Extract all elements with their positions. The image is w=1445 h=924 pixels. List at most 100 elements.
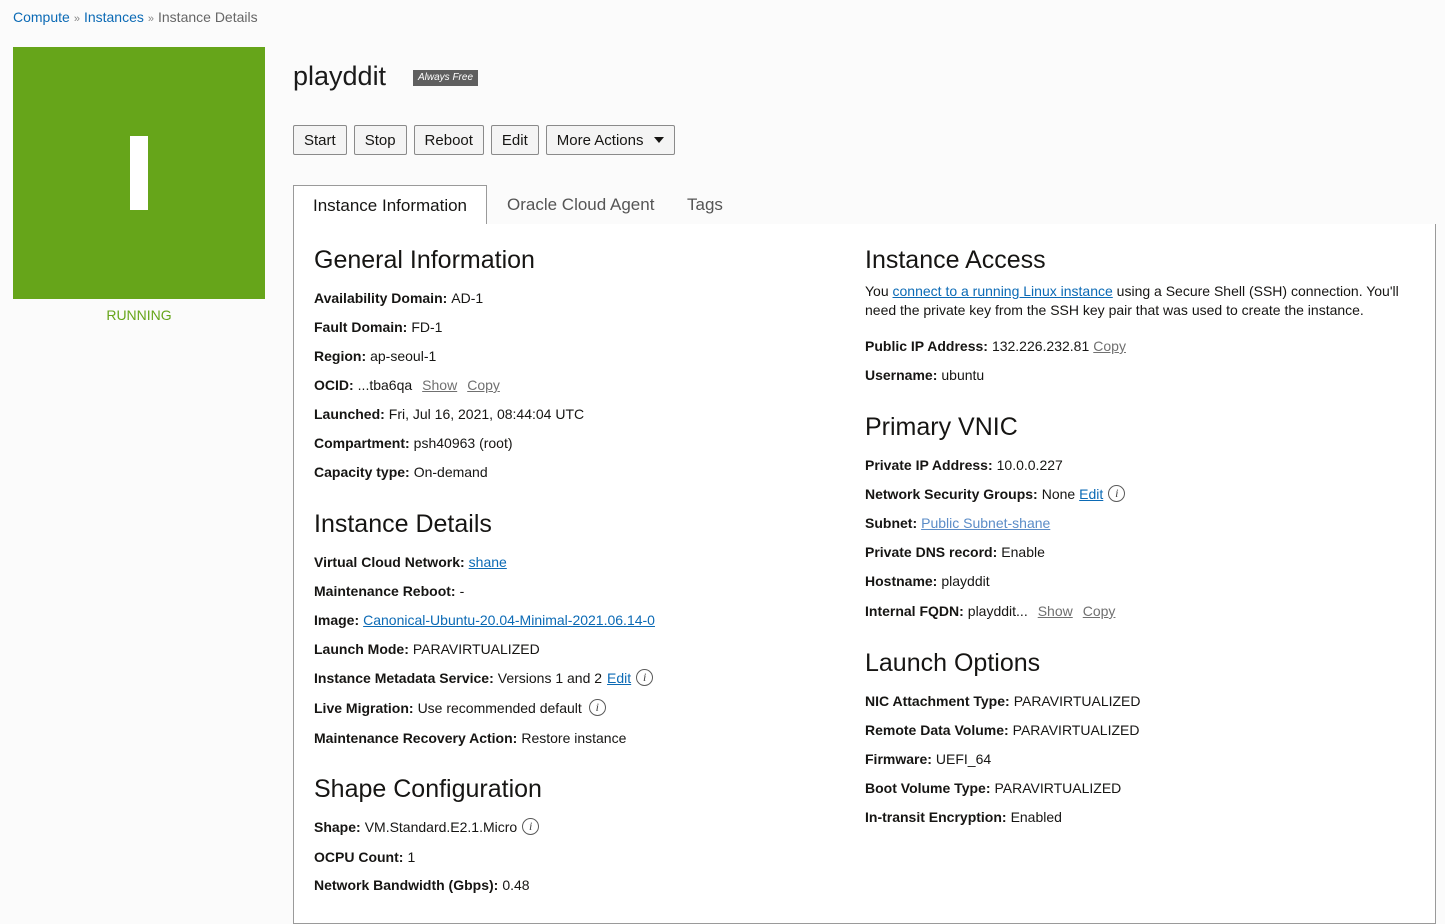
launch-options-heading: Launch Options — [865, 649, 1041, 677]
metadata-edit-link[interactable]: Edit — [607, 670, 631, 686]
field-label: Compartment: — [314, 435, 410, 451]
field-value: Versions 1 and 2 — [497, 669, 603, 686]
vcn-link[interactable]: shane — [469, 554, 507, 570]
field-value: PARAVIRTUALIZED — [412, 641, 540, 657]
field-value: 10.0.0.227 — [996, 457, 1063, 473]
ocid-copy-link[interactable]: Copy — [467, 377, 500, 393]
instance-letter-icon — [130, 136, 148, 210]
tab-bar: Instance Information Oracle Cloud Agent … — [293, 185, 1436, 225]
info-icon[interactable]: i — [588, 699, 606, 716]
subnet-link[interactable]: Public Subnet-shane — [921, 515, 1050, 531]
edit-button[interactable]: Edit — [490, 125, 539, 155]
field-value: Restore instance — [521, 730, 627, 746]
shape-row: Shape: VM.Standard.E2.1.Micro i — [314, 818, 540, 835]
field-label: Maintenance Recovery Action: — [314, 730, 518, 746]
field-value: playddit... — [967, 603, 1028, 619]
info-icon[interactable]: i — [522, 818, 540, 835]
boot-volume-type-row: Boot Volume Type: PARAVIRTUALIZED — [865, 780, 1121, 796]
field-value: 1 — [407, 849, 416, 865]
field-label: Image: — [314, 612, 360, 628]
subnet-row: Subnet: Public Subnet-shane — [865, 515, 1050, 531]
tab-tags[interactable]: Tags — [687, 185, 723, 224]
general-information-heading: General Information — [314, 246, 535, 274]
image-link[interactable]: Canonical-Ubuntu-20.04-Minimal-2021.06.1… — [363, 612, 655, 628]
field-label: Virtual Cloud Network: — [314, 554, 465, 570]
image-row: Image: Canonical-Ubuntu-20.04-Minimal-202… — [314, 612, 655, 628]
field-value: None — [1041, 485, 1076, 502]
field-value: psh40963 (root) — [413, 435, 513, 451]
breadcrumb-compute-link[interactable]: Compute — [13, 9, 70, 25]
field-label: Public IP Address: — [865, 338, 988, 354]
hostname-row: Hostname: playddit — [865, 573, 990, 589]
field-value: PARAVIRTUALIZED — [1013, 693, 1141, 709]
private-dns-row: Private DNS record: Enable — [865, 544, 1045, 560]
field-label: Boot Volume Type: — [865, 780, 991, 796]
field-label: Private IP Address: — [865, 457, 993, 473]
field-value: - — [459, 583, 465, 599]
ocpu-count-row: OCPU Count: 1 — [314, 849, 415, 865]
primary-vnic-heading: Primary VNIC — [865, 413, 1018, 441]
more-actions-button[interactable]: More Actions — [545, 125, 675, 155]
field-label: Username: — [865, 367, 938, 383]
access-description: You connect to a running Linux instance … — [865, 282, 1410, 320]
field-label: Firmware: — [865, 751, 932, 767]
field-label: Maintenance Reboot: — [314, 583, 456, 599]
field-value: 0.48 — [502, 877, 530, 893]
launched-row: Launched: Fri, Jul 16, 2021, 08:44:04 UTC — [314, 406, 584, 422]
reboot-button[interactable]: Reboot — [413, 125, 484, 155]
fqdn-copy-link[interactable]: Copy — [1083, 603, 1116, 619]
field-value: ap-seoul-1 — [370, 348, 437, 364]
internal-fqdn-row: Internal FQDN: playddit... Show Copy — [865, 603, 1115, 619]
field-value: Enabled — [1010, 809, 1062, 825]
field-label: Subnet: — [865, 515, 918, 531]
field-value: PARAVIRTUALIZED — [1012, 722, 1140, 738]
caret-down-icon — [653, 137, 664, 143]
field-value: UEFI_64 — [935, 751, 992, 767]
field-value: ubuntu — [941, 367, 985, 383]
field-label: Hostname: — [865, 573, 938, 589]
tab-oracle-cloud-agent[interactable]: Oracle Cloud Agent — [507, 185, 654, 224]
public-ip-copy-link[interactable]: Copy — [1093, 338, 1126, 354]
info-icon[interactable]: i — [1108, 485, 1126, 502]
nsg-edit-link[interactable]: Edit — [1079, 486, 1103, 502]
breadcrumb-instances-link[interactable]: Instances — [84, 9, 144, 25]
info-icon[interactable]: i — [636, 669, 654, 686]
username-row: Username: ubuntu — [865, 367, 984, 383]
nsg-row: Network Security Groups: None Edit i — [865, 485, 1126, 502]
ocid-show-link[interactable]: Show — [422, 377, 457, 393]
field-label: Shape: — [314, 818, 361, 835]
instance-details-heading: Instance Details — [314, 510, 492, 538]
fault-domain-row: Fault Domain: FD-1 — [314, 319, 442, 335]
always-free-badge: Always Free — [413, 70, 479, 86]
field-label: Network Security Groups: — [865, 485, 1038, 502]
instance-state-tile — [13, 47, 265, 299]
recovery-action-row: Maintenance Recovery Action: Restore inst… — [314, 730, 626, 746]
field-label: Launch Mode: — [314, 641, 409, 657]
field-label: Availability Domain: — [314, 290, 448, 306]
field-label: Launched: — [314, 406, 385, 422]
network-bandwidth-row: Network Bandwidth (Gbps): 0.48 — [314, 877, 530, 893]
metadata-service-row: Instance Metadata Service: Versions 1 and… — [314, 669, 654, 686]
fqdn-show-link[interactable]: Show — [1038, 603, 1073, 619]
field-label: Remote Data Volume: — [865, 722, 1009, 738]
breadcrumb: Compute» Instances» Instance Details — [13, 9, 258, 25]
start-button[interactable]: Start — [293, 125, 347, 155]
tab-instance-information[interactable]: Instance Information — [293, 185, 487, 225]
public-ip-row: Public IP Address: 132.226.232.81 Copy — [865, 338, 1126, 354]
instance-access-heading: Instance Access — [865, 246, 1046, 274]
field-label: Network Bandwidth (Gbps): — [314, 877, 499, 893]
compartment-row: Compartment: psh40963 (root) — [314, 435, 513, 451]
field-label: Region: — [314, 348, 367, 364]
stop-button[interactable]: Stop — [353, 125, 407, 155]
instance-information-panel: General Information Availability Domain:… — [293, 224, 1436, 924]
firmware-row: Firmware: UEFI_64 — [865, 751, 991, 767]
access-text: You — [865, 283, 893, 299]
connect-instance-link[interactable]: connect to a running Linux instance — [893, 283, 1113, 299]
breadcrumb-separator: » — [73, 13, 80, 25]
field-value: playddit — [941, 573, 990, 589]
region-row: Region: ap-seoul-1 — [314, 348, 436, 364]
field-label: Capacity type: — [314, 464, 410, 480]
vcn-row: Virtual Cloud Network: shane — [314, 554, 507, 570]
field-value: On-demand — [413, 464, 488, 480]
field-label: Internal FQDN: — [865, 603, 964, 619]
